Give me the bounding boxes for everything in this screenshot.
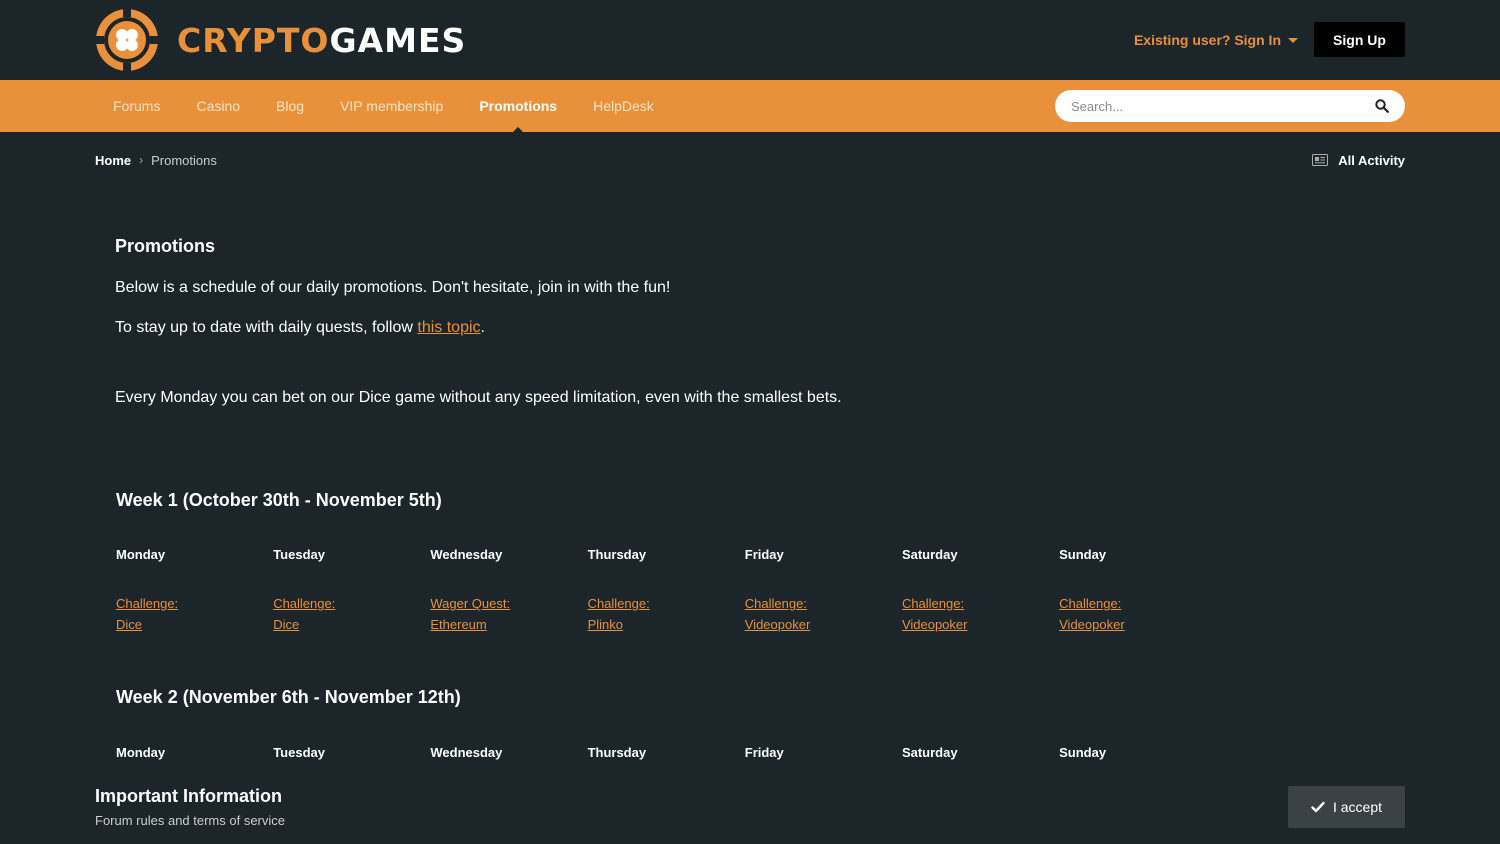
day-label: Tuesday: [273, 745, 325, 760]
search-box: [1055, 90, 1405, 122]
day-label: Wednesday: [430, 547, 503, 562]
promo-link[interactable]: Challenge: Videopoker: [1059, 593, 1216, 635]
important-information: Important Information Forum rules and te…: [95, 786, 285, 828]
day-label: Wednesday: [430, 745, 503, 760]
caret-down-icon: [1288, 37, 1298, 43]
day-label: Monday: [116, 547, 166, 562]
accept-button[interactable]: I accept: [1288, 786, 1405, 828]
checkmark-icon: [1311, 801, 1325, 813]
important-info-subtitle[interactable]: Forum rules and terms of service: [95, 813, 285, 828]
day-label: Thursday: [587, 547, 647, 562]
all-activity-label: All Activity: [1338, 152, 1405, 168]
day-label: Friday: [744, 745, 784, 760]
signup-button[interactable]: Sign Up: [1314, 22, 1405, 57]
monday-note: Every Monday you can bet on our Dice gam…: [115, 389, 842, 406]
chevron-right-icon: ›: [139, 153, 144, 167]
week-1-days: Monday Tuesday Wednesday Thursday Friday…: [116, 547, 1216, 562]
day-label: Tuesday: [273, 547, 325, 562]
nav-vip-membership[interactable]: VIP membership: [322, 80, 461, 132]
day-label: Monday: [116, 745, 166, 760]
day-label: Thursday: [587, 745, 647, 760]
day-label: Saturday: [901, 547, 958, 562]
promo-link[interactable]: Wager Quest: Ethereum: [430, 593, 587, 635]
this-topic-link[interactable]: this topic: [417, 319, 480, 336]
intro-text: Below is a schedule of our daily promoti…: [115, 279, 671, 296]
promo-link[interactable]: Challenge: Dice: [116, 593, 273, 635]
promotions-article: Promotions Below is a schedule of our da…: [115, 236, 1295, 407]
promo-link[interactable]: Challenge: Plinko: [588, 593, 745, 635]
day-label: Sunday: [1059, 745, 1107, 760]
main-nav: Forums Casino Blog VIP membership Promot…: [0, 80, 1500, 132]
signin-dropdown[interactable]: Existing user? Sign In: [1134, 32, 1298, 48]
promo-link[interactable]: Challenge: Dice: [273, 593, 430, 635]
nav-blog[interactable]: Blog: [258, 80, 322, 132]
promo-link[interactable]: Challenge: Videopoker: [902, 593, 1059, 635]
site-header: CRYPTOGAMES Existing user? Sign In Sign …: [0, 0, 1500, 80]
nav-casino[interactable]: Casino: [178, 80, 258, 132]
promo-link[interactable]: Challenge: Videopoker: [745, 593, 902, 635]
logo-wordmark: CRYPTOGAMES: [177, 20, 467, 60]
breadcrumb-current[interactable]: Promotions: [151, 153, 217, 168]
day-label: Saturday: [901, 745, 958, 760]
page-title: Promotions: [115, 236, 216, 256]
nav-forums[interactable]: Forums: [95, 80, 178, 132]
casino-chip-logo-icon: [96, 9, 158, 71]
signin-label: Existing user? Sign In: [1133, 32, 1281, 48]
day-label: Friday: [744, 547, 784, 562]
nav-promotions[interactable]: Promotions: [461, 80, 575, 132]
search-input[interactable]: [1071, 98, 1375, 114]
nav-helpdesk[interactable]: HelpDesk: [575, 80, 672, 132]
breadcrumb: Home › Promotions All Activity: [95, 150, 1405, 170]
search-icon[interactable]: [1375, 99, 1389, 113]
week-1-promos: Challenge: Dice Challenge: Dice Wager Ques…: [116, 593, 1216, 635]
all-activity-link[interactable]: All Activity: [1312, 153, 1405, 168]
follow-text: To stay up to date with daily quests, fo…: [115, 319, 485, 336]
breadcrumb-home[interactable]: Home: [95, 153, 131, 168]
site-logo[interactable]: CRYPTOGAMES: [95, 8, 466, 72]
week-2-days: Monday Tuesday Wednesday Thursday Friday…: [116, 745, 1216, 760]
day-label: Sunday: [1059, 547, 1107, 562]
important-info-title: Important Information: [95, 786, 282, 806]
week-2-title: Week 2 (November 6th - November 12th): [116, 687, 461, 707]
week-1-title: Week 1 (October 30th - November 5th): [116, 490, 442, 510]
newspaper-icon: [1312, 154, 1329, 166]
accept-label: I accept: [1332, 799, 1383, 815]
